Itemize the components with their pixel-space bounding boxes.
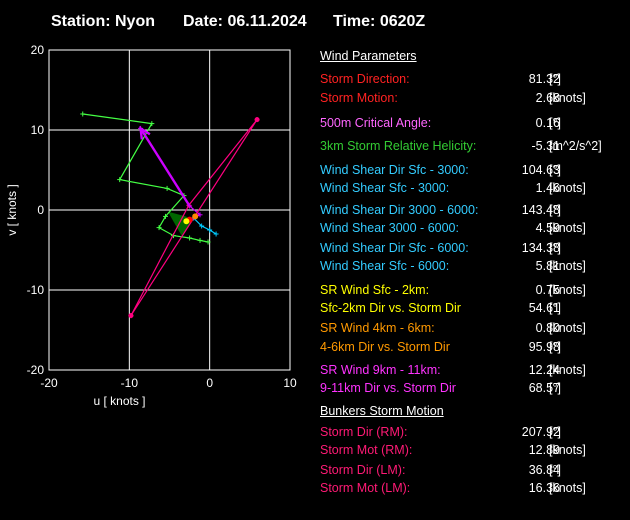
- param-unit: [°]: [549, 301, 561, 315]
- param-row: 4-6km Dir vs. Storm Dir 95.98 [°]: [320, 340, 620, 356]
- param-row: Wind Shear Sfc - 3000: 1.46 [knots]: [320, 181, 620, 197]
- param-label: Storm Dir (LM):: [320, 463, 406, 477]
- param-unit: [m^2/s^2]: [549, 139, 602, 153]
- param-row: Wind Shear Dir 3000 - 6000: 143.48 [°]: [320, 203, 620, 219]
- param-unit: [knots]: [549, 259, 586, 273]
- param-label: Wind Shear Dir Sfc - 3000:: [320, 163, 469, 177]
- bunkers-title: Bunkers Storm Motion: [320, 404, 444, 418]
- param-row: Wind Shear 3000 - 6000: 4.59 [knots]: [320, 221, 620, 237]
- param-row: SR Wind 4km - 6km: 0.80 [knots]: [320, 321, 620, 337]
- param-unit: [°]: [549, 463, 561, 477]
- param-row: 9-11km Dir vs. Storm Dir 68.57 [°]: [320, 381, 620, 397]
- param-row: Storm Mot (LM): 16.36 [knots]: [320, 481, 620, 497]
- param-unit: [knots]: [549, 443, 586, 457]
- param-unit: [°]: [549, 116, 561, 130]
- y-tick-label: 20: [31, 43, 45, 57]
- x-axis-label: u [ knots ]: [93, 394, 145, 408]
- param-row: Sfc-2km Dir vs. Storm Dir 54.61 [°]: [320, 301, 620, 317]
- param-unit: [knots]: [549, 321, 586, 335]
- param-row: Storm Direction: 81.32 [°]: [320, 72, 620, 88]
- param-row: Wind Shear Dir Sfc - 3000: 104.63 [°]: [320, 163, 620, 179]
- param-row: Wind Shear Sfc - 6000: 5.81 [knots]: [320, 259, 620, 275]
- param-label: Storm Direction:: [320, 72, 410, 86]
- x-tick-label: -10: [121, 376, 139, 390]
- param-label: Wind Shear Sfc - 6000:: [320, 259, 450, 273]
- param-label: SR Wind Sfc - 2km:: [320, 283, 430, 297]
- param-unit: [knots]: [549, 181, 586, 195]
- y-axis-label: v [ knots ]: [5, 184, 19, 235]
- param-unit: [knots]: [549, 481, 586, 495]
- param-row: Storm Dir (LM): 36.84 [°]: [320, 463, 620, 479]
- param-row: Storm Dir (RM): 207.92 [°]: [320, 425, 620, 441]
- param-label: 3km Storm Relative Helicity:: [320, 139, 477, 153]
- param-row: Storm Mot (RM): 12.89 [knots]: [320, 443, 620, 459]
- param-label: 9-11km Dir vs. Storm Dir: [320, 381, 456, 395]
- storm-marker: [183, 218, 190, 225]
- param-label: Wind Shear 3000 - 6000:: [320, 221, 459, 235]
- x-tick-label: -20: [40, 376, 58, 390]
- param-row: 500m Critical Angle: 0.16 [°]: [320, 116, 620, 132]
- param-unit: [°]: [549, 72, 561, 86]
- y-tick-label: 0: [37, 203, 44, 217]
- y-tick-label: -20: [27, 363, 45, 377]
- param-label: Wind Shear Sfc - 3000:: [320, 181, 450, 195]
- param-unit: [°]: [549, 425, 561, 439]
- storm-rm-point: [254, 117, 260, 123]
- param-label: Storm Dir (RM):: [320, 425, 408, 439]
- param-unit: [°]: [549, 340, 561, 354]
- param-label: Wind Shear Dir 3000 - 6000:: [320, 203, 479, 217]
- param-unit: [°]: [549, 381, 561, 395]
- hodograph-chart: -20 -10 0 10 -20 -10 0 10 20 u [ knots ] v [ knots…: [5, 43, 297, 408]
- param-label: SR Wind 9km - 11km:: [320, 363, 441, 377]
- x-tick-label: 0: [206, 376, 213, 390]
- param-row: SR Wind 9km - 11km: 12.24 [knots]: [320, 363, 620, 379]
- param-label: Storm Motion:: [320, 91, 398, 105]
- param-unit: [knots]: [549, 221, 586, 235]
- param-unit: [°]: [549, 203, 561, 217]
- param-unit: [°]: [549, 241, 561, 255]
- param-row: Storm Motion: 2.68 [knots]: [320, 91, 620, 107]
- parameters-panel: Wind Parameters Storm Direction: 81.32 [°]…: [320, 0, 630, 520]
- y-tick-label: -10: [27, 283, 45, 297]
- param-row: Wind Shear Dir Sfc - 6000: 134.38 [°]: [320, 241, 620, 257]
- param-row: SR Wind Sfc - 2km: 0.75 [knots]: [320, 283, 620, 299]
- shear-arrow: [139, 127, 191, 207]
- series-line: [193, 217, 217, 235]
- storm-lm-point: [128, 313, 134, 319]
- param-label: 500m Critical Angle:: [320, 116, 432, 130]
- param-label: Storm Mot (RM):: [320, 443, 413, 457]
- param-unit: [°]: [549, 163, 561, 177]
- param-row: 3km Storm Relative Helicity: -5.31 [m^2/s^…: [320, 139, 620, 155]
- x-tick-label: 10: [283, 376, 297, 390]
- wind-parameters-title: Wind Parameters: [320, 49, 417, 63]
- param-label: 4-6km Dir vs. Storm Dir: [320, 340, 450, 354]
- param-unit: [knots]: [549, 283, 586, 297]
- y-tick-label: 10: [31, 123, 45, 137]
- storm-marker: [192, 213, 199, 220]
- param-label: Sfc-2km Dir vs. Storm Dir: [320, 301, 461, 315]
- param-unit: [knots]: [549, 363, 586, 377]
- param-label: SR Wind 4km - 6km:: [320, 321, 435, 335]
- param-unit: [knots]: [549, 91, 586, 105]
- param-label: Wind Shear Dir Sfc - 6000:: [320, 241, 469, 255]
- param-label: Storm Mot (LM):: [320, 481, 411, 495]
